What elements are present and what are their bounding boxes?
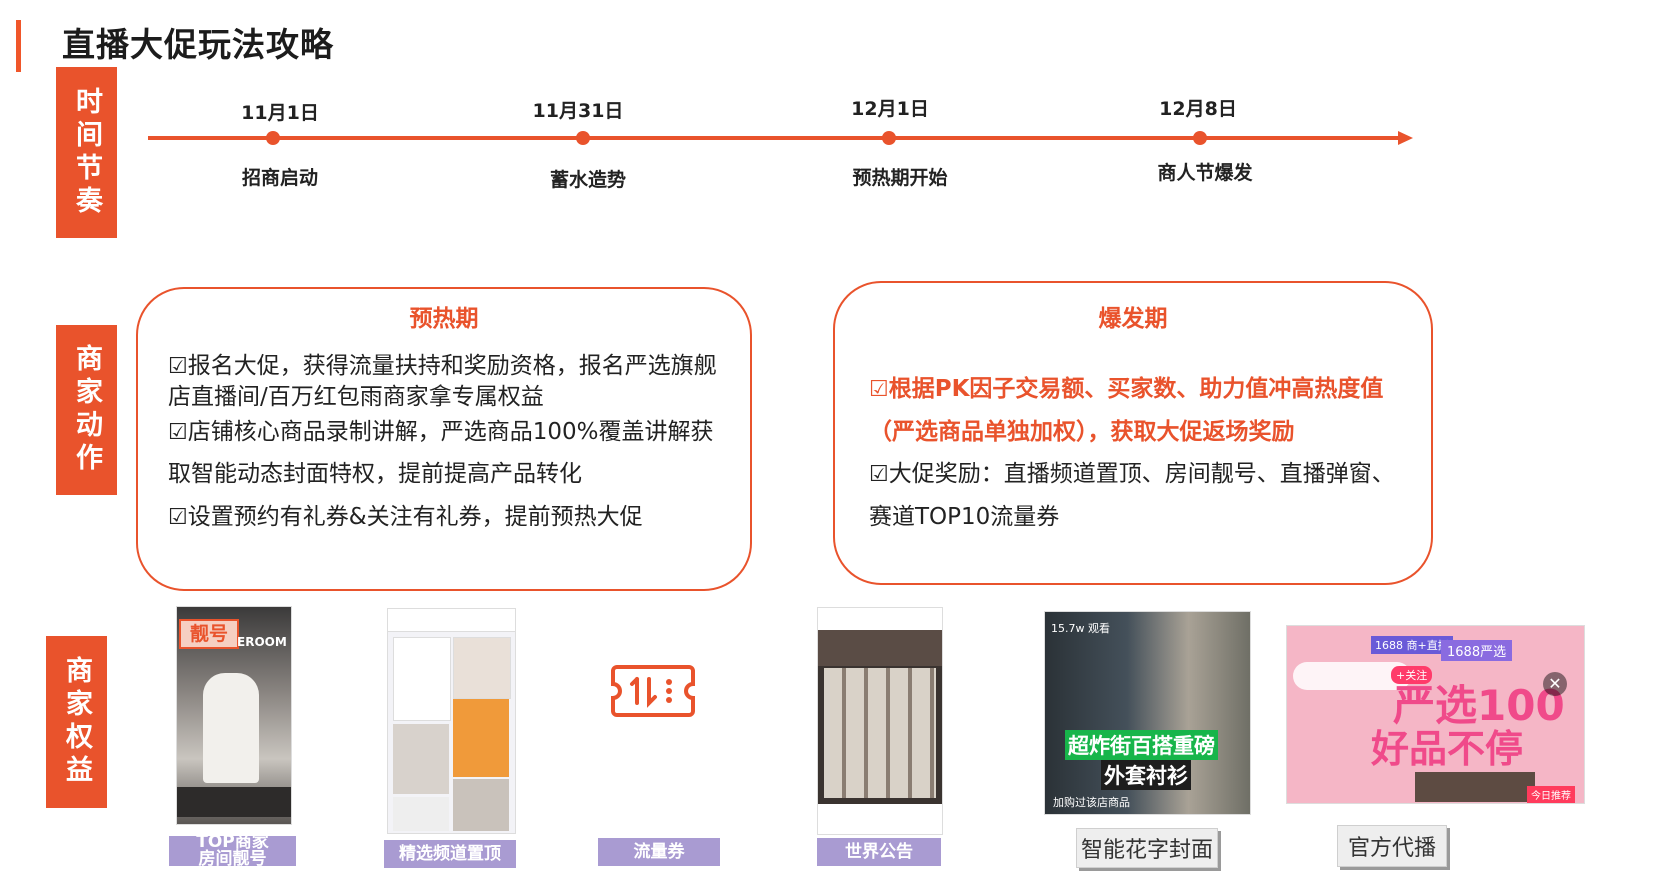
preheat-bullet: ☑报名大促，获得流量扶持和奖励资格，报名严选旗舰 店直播间/百万红包雨商家拿专属… — [168, 351, 717, 412]
timeline-date: 12月1日 — [851, 98, 929, 120]
notice-bottom — [818, 804, 942, 834]
close-icon[interactable]: ✕ — [1543, 672, 1567, 696]
caption-line: 房间靓号 — [198, 849, 267, 869]
timeline-event: 预热期开始 — [852, 167, 948, 189]
preheat-panel: 预热期 ☑报名大促，获得流量扶持和奖励资格，报名严选旗舰 店直播间/百万红包雨商… — [136, 287, 752, 591]
broadcast-product-card — [1415, 772, 1535, 802]
burst-panel: 爆发期 ☑根据PK因子交易额、买家数、助力值冲高热度值 （严选商品单独加权），获… — [833, 281, 1433, 585]
benefit-caption-traffic-coupon: 流量券 — [598, 838, 720, 866]
benefit-thumb-world-notice — [817, 607, 943, 835]
host-figure — [203, 673, 259, 783]
section-label-actions: 商家动作 — [56, 325, 117, 495]
cover-flower-text: 超炸街百搭重磅 — [1065, 730, 1218, 760]
title-accent-bar — [16, 20, 21, 72]
channel-card — [393, 797, 449, 831]
traffic-coupon-icon — [611, 665, 695, 717]
bullet-text: 取智能动态封面特权，提前提高产品转化 — [168, 461, 582, 487]
timeline-event: 商人节爆发 — [1157, 162, 1253, 184]
page-title: 直播大促玩法攻略 — [62, 25, 334, 64]
preheat-bullet: ☑设置预约有礼券&关注有礼券，提前预热大促 — [168, 502, 643, 533]
benefit-thumb-live-room: 靓号 EROOM — [176, 606, 292, 825]
checkbox-icon: ☑ — [168, 420, 188, 445]
benefit-thumb-smart-cover: 15.7w 观看 超炸街百搭重磅 外套衬衫 加购过该店商品 — [1044, 611, 1251, 815]
cover-views: 15.7w 观看 — [1051, 622, 1110, 635]
bullet-text: 大促奖励：直播频道置顶、房间靓号、直播弹窗、 — [888, 461, 1395, 487]
bullet-text: （严选商品单独加权），获取大促返场奖励 — [869, 419, 1295, 445]
room-sign-text: EROOM — [237, 635, 287, 649]
checkbox-icon: ☑ — [168, 505, 188, 530]
bullet-text: 设置预约有礼券&关注有礼券，提前预热大促 — [187, 504, 643, 530]
section-label-rhythm: 时间节奏 — [56, 67, 117, 238]
preheat-panel-title: 预热期 — [409, 306, 479, 332]
timeline-event: 招商启动 — [241, 167, 318, 189]
checkbox-icon: ☑ — [168, 354, 188, 379]
channel-header — [388, 609, 515, 632]
checkbox-icon: ☑ — [869, 377, 889, 402]
broadcast-big-text: 好品不停 — [1371, 727, 1524, 771]
benefit-thumb-official-broadcast: 1688 商+直播 1688严选 +关注 严选100 好品不停 ✕ 今日推荐 — [1286, 625, 1585, 804]
bullet-text: 店铺核心商品录制讲解，严选商品100%覆盖讲解获 — [187, 419, 714, 445]
burst-panel-title: 爆发期 — [1098, 306, 1168, 332]
bullet-text: 根据PK因子交易额、买家数、助力值冲高热度值 — [888, 376, 1384, 402]
preheat-bullet: ☑店铺核心商品录制讲解，严选商品100%覆盖讲解获 取智能动态封面特权，提前提高… — [168, 417, 714, 500]
section-label-benefits: 商家权益 — [46, 636, 107, 808]
pretty-number-badge: 靓号 — [179, 619, 239, 649]
bullet-text: 报名大促，获得流量扶持和奖励资格，报名严选旗舰 — [187, 353, 717, 379]
timeline-dot — [266, 131, 280, 145]
channel-card-highlight — [453, 699, 509, 777]
timeline-arrow-icon — [1398, 131, 1413, 145]
channel-card — [453, 779, 509, 831]
timeline-date: 12月8日 — [1159, 98, 1237, 120]
cover-footnote: 加购过该店商品 — [1053, 796, 1130, 809]
benefit-caption-top-merchant: TOP商家 房间靓号 — [169, 834, 296, 869]
burst-bullet-highlight: ☑根据PK因子交易额、买家数、助力值冲高热度值 （严选商品单独加权），获取大促返… — [869, 368, 1383, 453]
benefit-caption-smart-cover: 智能花字封面 — [1076, 828, 1218, 868]
bullet-text: 店直播间/百万红包雨商家拿专属权益 — [168, 384, 544, 410]
broadcast-top-badge: 1688严选 — [1441, 640, 1513, 661]
bullet-text: 赛道TOP10流量券 — [869, 504, 1060, 530]
jewelry-display — [824, 668, 936, 798]
today-recommend-tag: 今日推荐 — [1527, 786, 1575, 803]
cover-flower-text: 外套衬衫 — [1101, 760, 1191, 790]
timeline-dot — [576, 131, 590, 145]
timeline-event: 蓄水造势 — [549, 169, 626, 191]
checkbox-icon: ☑ — [869, 462, 889, 487]
channel-card — [393, 724, 449, 794]
timeline-dot — [882, 131, 896, 145]
benefit-thumb-channel — [387, 608, 516, 834]
product-strip — [177, 787, 291, 817]
timeline-line — [148, 136, 1400, 140]
timeline-date: 11月1日 — [241, 102, 319, 124]
timeline-date: 11月31日 — [532, 100, 624, 122]
channel-card — [453, 637, 511, 699]
channel-card — [393, 637, 451, 721]
notice-header — [818, 608, 942, 630]
burst-bullet: ☑大促奖励：直播频道置顶、房间靓号、直播弹窗、 赛道TOP10流量券 — [869, 453, 1395, 538]
benefit-caption-world-notice: 世界公告 — [817, 838, 941, 866]
benefit-caption-official-broadcast: 官方代播 — [1337, 825, 1447, 867]
benefit-caption-channel-top: 精选频道置顶 — [384, 840, 516, 868]
timeline-dot — [1193, 131, 1207, 145]
notice-banner — [818, 630, 942, 666]
